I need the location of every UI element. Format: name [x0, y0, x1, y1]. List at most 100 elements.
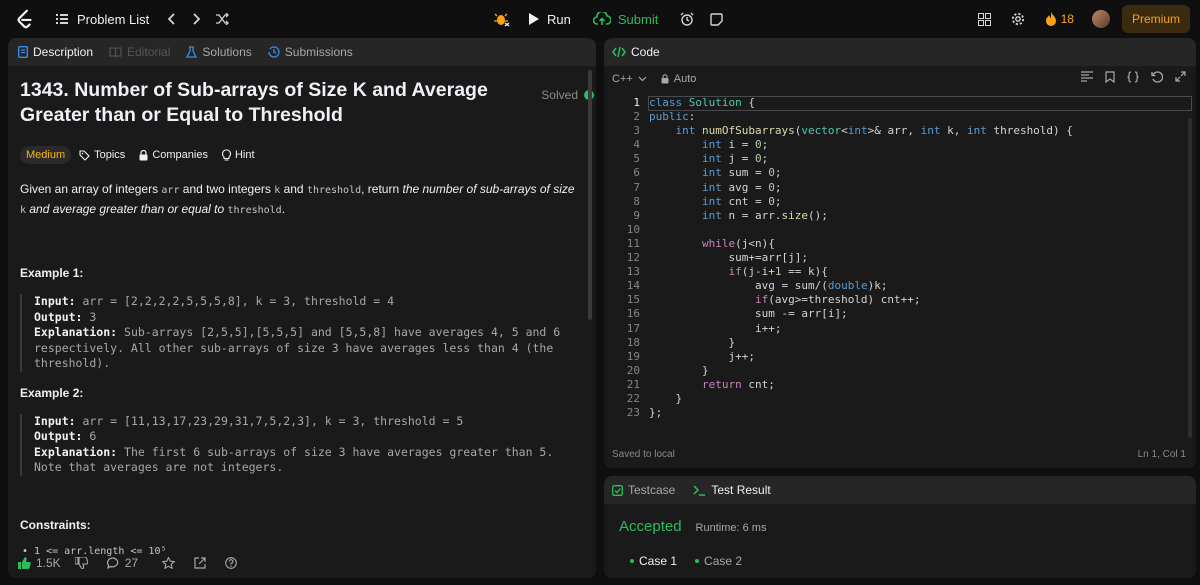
streak-count: 18 [1060, 12, 1074, 26]
help-button[interactable] [225, 557, 242, 569]
tab-solutions[interactable]: Solutions [186, 45, 252, 59]
line-number: 8 [633, 194, 640, 208]
line-number: 16 [626, 307, 640, 321]
topics-button[interactable]: Topics [79, 149, 125, 161]
language-select[interactable]: C++ [612, 73, 647, 85]
streak-counter[interactable]: 18 [1045, 12, 1074, 26]
problem-list-button[interactable]: Problem List [56, 12, 149, 27]
lock-icon [139, 149, 148, 160]
tab-editorial[interactable]: Editorial [109, 45, 170, 59]
braces-icon[interactable] [1127, 71, 1139, 83]
tab-label: Testcase [628, 483, 676, 497]
code-tab-label: Code [631, 45, 660, 59]
code-token: == k){ [781, 265, 828, 279]
solved-label: Solved [541, 88, 578, 102]
avatar[interactable] [1091, 10, 1110, 28]
fire-icon [1045, 12, 1056, 26]
debug-icon[interactable] [494, 11, 510, 27]
companies-label: Companies [152, 149, 208, 161]
problem-description: 1343. Number of Sub-arrays of Size K and… [20, 78, 594, 557]
line-number: 7 [633, 180, 640, 194]
hint-button[interactable]: Hint [221, 149, 255, 161]
premium-button[interactable]: Premium [1121, 5, 1190, 33]
chevron-left-icon[interactable] [167, 13, 177, 25]
code-token: vector [801, 124, 842, 138]
code-token: : [688, 110, 696, 124]
tab-label: Solutions [202, 45, 252, 59]
statement-emphasis: the number of sub-arrays of size [402, 182, 575, 196]
code-token: } [675, 391, 683, 405]
line-number: 14 [626, 279, 640, 293]
note-icon[interactable] [710, 12, 724, 26]
code-brackets-icon [612, 46, 626, 58]
line-number: 6 [633, 166, 640, 180]
statement-text: and [280, 182, 307, 196]
case-1-tab[interactable]: Case 1 [630, 554, 677, 568]
code-token: int [966, 124, 987, 138]
chevron-right-icon[interactable] [191, 13, 201, 25]
example-1-title: Example 1: [20, 266, 84, 280]
code-token: threshold) { [986, 124, 1073, 138]
tab-label: Submissions [284, 45, 353, 59]
run-button[interactable]: Run [528, 12, 571, 27]
checkbox-icon [612, 484, 623, 496]
code-token: (avg>=threshold) cnt++; [768, 293, 921, 307]
description-panel: Description Editorial Solutions Submissi… [8, 38, 596, 578]
alarm-clock-icon[interactable] [680, 12, 694, 26]
line-number: 15 [626, 293, 640, 307]
code-panel: Code C++ Auto 1 class Solution { 2 public:… [604, 38, 1196, 468]
expand-icon[interactable] [1175, 71, 1186, 83]
statement-text: . [281, 202, 286, 216]
thumbs-up-icon [18, 557, 31, 569]
editor-scrollbar[interactable] [1188, 118, 1192, 438]
code-token: j++; [728, 349, 755, 363]
external-link-icon [194, 557, 206, 569]
format-icon[interactable] [1081, 71, 1093, 83]
share-button[interactable] [194, 557, 211, 569]
gear-icon[interactable] [1011, 12, 1025, 26]
line-number: 19 [626, 349, 640, 363]
tab-submissions[interactable]: Submissions [268, 45, 353, 59]
dislike-button[interactable] [74, 557, 93, 569]
code-editor[interactable]: 1 class Solution { 2 public: 3 int numOfSu… [604, 96, 1196, 426]
code-token: cnt = [721, 194, 769, 208]
tab-description[interactable]: Description [18, 45, 93, 59]
leetcode-logo[interactable] [14, 8, 36, 30]
line-number: 9 [633, 208, 640, 222]
chevron-down-icon [638, 76, 647, 82]
reset-icon[interactable] [1151, 71, 1163, 83]
line-number: 23 [626, 406, 640, 420]
submit-button[interactable]: Submit [592, 11, 659, 27]
statement-text: Given an array of integers [20, 182, 162, 196]
description-scrollbar[interactable] [588, 70, 592, 320]
companies-button[interactable]: Companies [139, 149, 208, 161]
favorite-button[interactable] [162, 557, 180, 569]
like-button[interactable]: 1.5K [18, 556, 61, 570]
code-toolbar: C++ Auto [604, 66, 1196, 92]
code-token: if [754, 293, 769, 307]
statement-text: and two integers [179, 182, 275, 196]
tab-test-result[interactable]: Test Result [693, 483, 771, 497]
comments-button[interactable]: 27 [106, 556, 138, 570]
output-value: 3 [82, 309, 97, 324]
description-tabs: Description Editorial Solutions Submissi… [8, 38, 596, 66]
bookmark-icon[interactable] [1105, 71, 1115, 83]
constraints-title: Constraints: [20, 517, 91, 532]
tag-icon [79, 149, 90, 161]
tab-testcase[interactable]: Testcase [612, 483, 675, 497]
code-token: sum -= arr[i]; [754, 307, 848, 321]
submit-label: Submit [617, 11, 659, 27]
input-label: Input: [34, 413, 76, 428]
code-token: i++; [754, 321, 782, 335]
case-2-tab[interactable]: Case 2 [695, 554, 742, 568]
line-number: 3 [633, 124, 640, 138]
cloud-upload-icon [592, 12, 611, 25]
problem-list-label: Problem List [77, 11, 150, 27]
layout-grid-icon[interactable] [977, 12, 991, 26]
code-token: } [728, 335, 736, 349]
auto-mode-toggle[interactable]: Auto [661, 73, 696, 85]
book-icon [109, 46, 122, 57]
tab-label: Description [33, 45, 94, 59]
code-token: ; [774, 166, 782, 180]
shuffle-icon[interactable] [215, 13, 230, 25]
